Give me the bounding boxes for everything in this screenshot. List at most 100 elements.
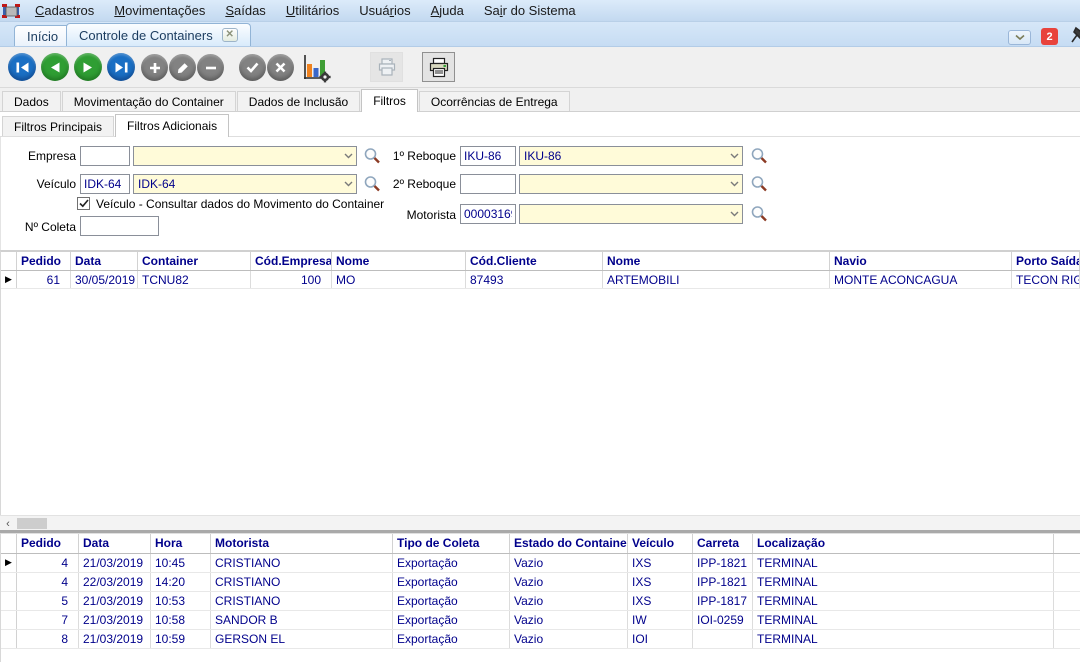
nav-last-button[interactable] — [107, 53, 135, 81]
motorista-code-input[interactable] — [460, 204, 516, 224]
tab-filtros[interactable]: Filtros — [361, 89, 418, 112]
column-header[interactable]: Data — [71, 252, 138, 270]
motorista-combo[interactable] — [519, 204, 743, 224]
check-icon — [246, 62, 259, 73]
close-icon[interactable]: ✕ — [222, 28, 238, 42]
column-header[interactable]: Veículo — [628, 534, 693, 553]
filter-tab-strip: Filtros Principais Filtros Adicionais — [0, 112, 1080, 137]
column-header[interactable]: Hora — [151, 534, 211, 553]
column-header[interactable]: Container — [138, 252, 251, 270]
containers-grid-header: Pedido Data Container Cód.Empresa Nome C… — [1, 252, 1080, 271]
reboque1-combo[interactable]: IKU-86 — [519, 146, 743, 166]
column-header[interactable]: Motorista — [211, 534, 393, 553]
column-header[interactable]: Pedido — [17, 252, 71, 270]
table-row[interactable]: 4 22/03/2019 14:20 CRISTIANO Exportação … — [1, 573, 1080, 592]
menu-ajuda[interactable]: Ajuda — [421, 1, 474, 20]
tab-dados-de-inclusao[interactable]: Dados de Inclusão — [237, 91, 360, 111]
column-header[interactable]: Localização — [753, 534, 1054, 553]
motorista-label: Motorista — [384, 205, 456, 225]
column-header[interactable]: Cód.Cliente — [466, 252, 603, 270]
chevron-down-icon — [726, 211, 742, 217]
containers-grid: Pedido Data Container Cód.Empresa Nome C… — [0, 250, 1080, 515]
empresa-combo[interactable] — [133, 146, 357, 166]
empresa-code-input[interactable] — [80, 146, 130, 166]
reboque2-code-input[interactable] — [460, 174, 516, 194]
next-record-icon — [83, 62, 93, 73]
scrollbar-thumb[interactable] — [17, 518, 47, 529]
movimentos-grid: Pedido Data Hora Motorista Tipo de Colet… — [0, 533, 1080, 662]
veiculo-search-icon[interactable] — [363, 175, 381, 193]
edit-record-button[interactable] — [169, 54, 196, 81]
tab-movimentacao-do-container[interactable]: Movimentação do Container — [62, 91, 236, 111]
tab-filtros-principais[interactable]: Filtros Principais — [2, 116, 114, 136]
coleta-input[interactable] — [80, 216, 159, 236]
last-record-icon — [115, 62, 128, 73]
table-row[interactable]: 7 21/03/2019 10:58 SANDOR B Exportação V… — [1, 611, 1080, 630]
column-header[interactable]: Carreta — [693, 534, 753, 553]
chevron-down-icon — [726, 153, 742, 159]
table-row[interactable]: 5 21/03/2019 10:53 CRISTIANO Exportação … — [1, 592, 1080, 611]
tab-inicio[interactable]: Início — [14, 25, 71, 46]
column-header[interactable]: Nome — [332, 252, 466, 270]
reboque2-search-icon[interactable] — [750, 175, 768, 193]
print-preview-icon — [377, 57, 397, 77]
print-button[interactable] — [422, 52, 455, 82]
chevron-down-icon — [340, 153, 356, 159]
column-header[interactable]: Nome — [603, 252, 830, 270]
column-header[interactable]: Porto Saída — [1012, 252, 1080, 270]
pencil-icon — [177, 62, 189, 74]
tab-controle-de-containers[interactable]: Controle de Containers ✕ — [66, 23, 251, 46]
notification-badge[interactable]: 2 — [1041, 28, 1058, 45]
chart-gear-icon — [300, 53, 332, 83]
menu-utilitarios[interactable]: Utilitários — [276, 1, 349, 20]
row-indicator-icon: ▶ — [1, 554, 17, 572]
column-header[interactable]: Pedido — [17, 534, 79, 553]
menu-bar: Cadastros Movimentações Saídas Utilitári… — [0, 0, 1080, 22]
menu-usuarios[interactable]: Usuários — [349, 1, 420, 20]
column-header[interactable]: Navio — [830, 252, 1012, 270]
menu-saidas[interactable]: Saídas — [215, 1, 275, 20]
table-row[interactable]: ▶ 4 21/03/2019 10:45 CRISTIANO Exportaçã… — [1, 554, 1080, 573]
minus-icon — [205, 62, 217, 74]
pin-icon[interactable] — [1068, 26, 1080, 44]
tab-dados[interactable]: Dados — [2, 91, 61, 111]
delete-record-button[interactable] — [197, 54, 224, 81]
confirm-button[interactable] — [239, 54, 266, 81]
filler-header — [1054, 534, 1080, 553]
nav-first-button[interactable] — [8, 53, 36, 81]
tab-ocorrencias-de-entrega[interactable]: Ocorrências de Entrega — [419, 91, 570, 111]
scroll-left-arrow[interactable]: ‹ — [0, 516, 16, 531]
print-preview-button[interactable] — [370, 52, 403, 82]
reboque1-search-icon[interactable] — [750, 147, 768, 165]
add-record-button[interactable] — [141, 54, 168, 81]
veiculo-label: Veículo — [6, 174, 76, 194]
reboque2-combo[interactable] — [519, 174, 743, 194]
column-header[interactable]: Estado do Container — [510, 534, 628, 553]
coleta-label: Nº Coleta — [6, 217, 76, 237]
column-header[interactable]: Cód.Empresa — [251, 252, 332, 270]
chart-settings-button[interactable] — [300, 53, 332, 83]
reboque2-label: 2º Reboque — [384, 174, 456, 194]
toolbar — [0, 47, 1080, 88]
column-header[interactable]: Tipo de Coleta — [393, 534, 510, 553]
column-header[interactable]: Data — [79, 534, 151, 553]
reboque1-code-input[interactable] — [460, 146, 516, 166]
veiculo-combo[interactable]: IDK-64 — [133, 174, 357, 194]
table-row[interactable]: ▶ 61 30/05/2019 TCNU82 100 MO 87493 ARTE… — [1, 271, 1080, 289]
nav-next-button[interactable] — [74, 53, 102, 81]
nav-prev-button[interactable] — [41, 53, 69, 81]
menu-movimentacoes[interactable]: Movimentações — [104, 1, 215, 20]
row-indicator-icon: ▶ — [1, 271, 17, 288]
x-icon — [275, 62, 286, 73]
veiculo-code-input[interactable] — [80, 174, 130, 194]
tab-filtros-adicionais[interactable]: Filtros Adicionais — [115, 114, 229, 137]
empresa-search-icon[interactable] — [363, 147, 381, 165]
table-row[interactable]: 8 21/03/2019 10:59 GERSON EL Exportação … — [1, 630, 1080, 649]
horizontal-scrollbar[interactable]: ‹ — [0, 515, 1080, 530]
veiculo-consultar-checkbox[interactable] — [77, 197, 90, 210]
motorista-search-icon[interactable] — [750, 205, 768, 223]
tab-list-dropdown-button[interactable] — [1008, 30, 1031, 45]
menu-cadastros[interactable]: Cadastros — [25, 1, 104, 20]
cancel-button[interactable] — [267, 54, 294, 81]
menu-sair-do-sistema[interactable]: Sair do Sistema — [474, 1, 586, 20]
